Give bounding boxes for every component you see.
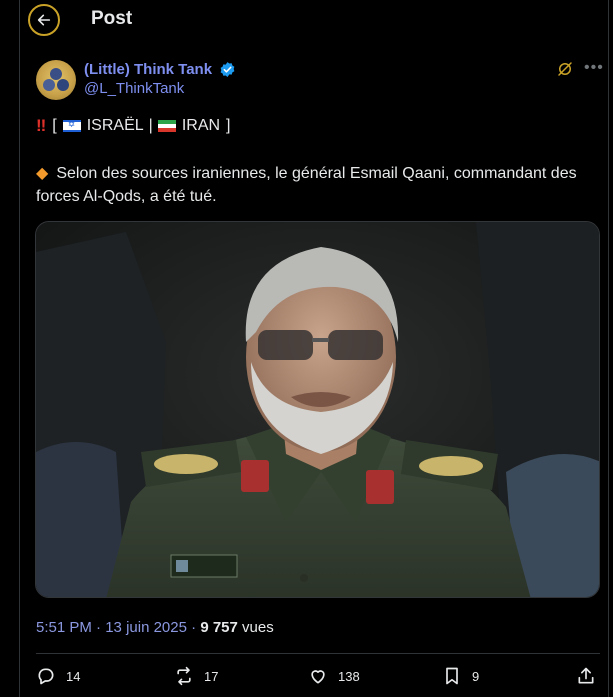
headline-open-bracket: [ [52, 117, 57, 134]
reply-button[interactable]: 14 [36, 666, 80, 686]
grok-icon[interactable] [556, 60, 574, 78]
author-handle[interactable]: @L_ThinkTank [84, 80, 184, 97]
arrow-left-icon [37, 14, 51, 26]
post-time[interactable]: 5:51 PM [36, 619, 92, 636]
column-left-border [19, 0, 20, 697]
like-count: 138 [338, 668, 360, 684]
headline-separator: | [148, 117, 153, 134]
page-title: Post [91, 8, 133, 29]
view-count-label: vues [242, 619, 274, 636]
like-button[interactable]: 138 [308, 666, 360, 686]
repost-icon [177, 666, 191, 686]
view-count: 9 757 [200, 619, 238, 636]
bookmark-count: 9 [472, 668, 480, 684]
avatar[interactable] [36, 60, 76, 100]
post-meta: 5:51 PM · 13 juin 2025 · 9 757 vues [36, 619, 274, 636]
post-header: Post [20, 0, 608, 44]
tweet-body-text: Selon des sources iraniennes, le général… [36, 165, 577, 205]
back-button[interactable] [28, 4, 60, 36]
photo-general-in-uniform [36, 222, 599, 597]
reply-icon [38, 668, 54, 685]
verified-badge-icon [220, 62, 235, 77]
reply-count: 14 [66, 668, 81, 684]
more-options-icon[interactable]: ••• [584, 60, 604, 76]
meta-separator-2: · [191, 619, 197, 636]
author-display-name[interactable]: (Little) Think Tank [84, 61, 212, 78]
action-bar: 14 17 138 9 [36, 666, 600, 690]
share-icon [578, 667, 594, 684]
share-button[interactable] [576, 666, 606, 686]
post-date[interactable]: 13 juin 2025 [105, 619, 187, 636]
bookmark-button[interactable]: 9 [442, 666, 479, 686]
repost-count: 17 [204, 668, 219, 684]
repost-button[interactable]: 17 [174, 666, 218, 686]
tweet-headline: ‼ [ ISRAËL | IRAN ] [36, 116, 231, 136]
heart-icon [311, 670, 325, 684]
orange-diamond-icon: ◆ [36, 165, 49, 182]
bookmark-icon [446, 667, 458, 685]
tweet-photo[interactable] [35, 221, 600, 598]
meta-separator: · [96, 619, 102, 636]
headline-country-a: ISRAËL [86, 117, 144, 134]
israel-flag-icon [62, 119, 81, 132]
headline-country-b: IRAN [181, 117, 221, 134]
tweet-text: ◆ Selon des sources iraniennes, le généra… [36, 162, 596, 208]
column-right-border [608, 0, 609, 697]
double-exclamation-icon: ‼ [36, 116, 47, 135]
divider [36, 653, 600, 654]
headline-close-bracket: ] [226, 117, 231, 134]
iran-flag-icon [157, 120, 176, 132]
